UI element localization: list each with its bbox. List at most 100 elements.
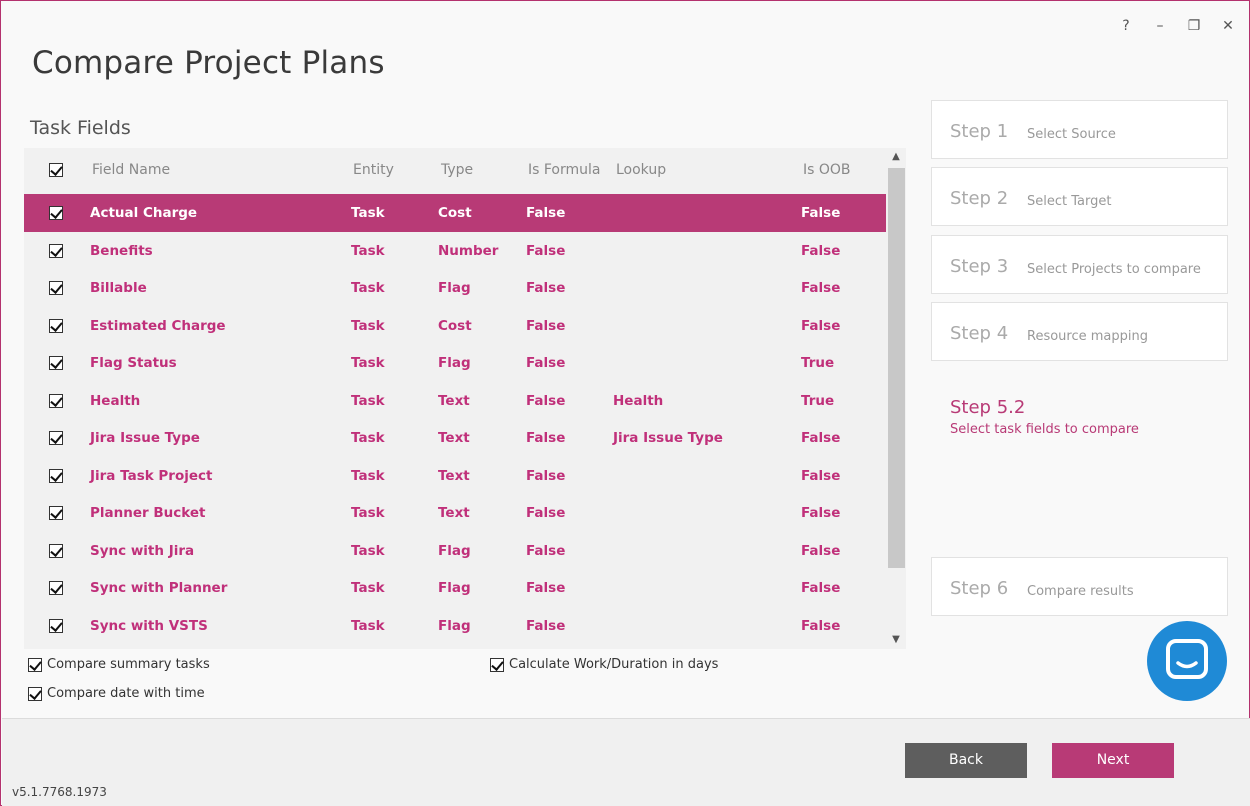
grid-header: Field Name Entity Type Is Formula Lookup… (24, 148, 886, 193)
field-name: Sync with Planner (90, 580, 228, 596)
restore-icon[interactable]: ❐ (1187, 17, 1201, 35)
column-header-entity[interactable]: Entity (353, 162, 394, 178)
row-checkbox[interactable] (49, 543, 63, 558)
type-cell: Flag (438, 617, 471, 634)
is-oob-cell: False (801, 505, 841, 521)
entity-cell: Task (351, 542, 385, 559)
calc-work-days-label: Calculate Work/Duration in days (509, 657, 719, 672)
next-button[interactable]: Next (1052, 743, 1174, 778)
table-row[interactable]: Benefits Task Number False False (24, 232, 886, 270)
calc-work-days-option[interactable]: Calculate Work/Duration in days (490, 657, 718, 672)
step-5-2-active: Step 5.2 Select task fields to compare (950, 397, 1139, 437)
is-oob-cell: False (801, 280, 841, 296)
table-row[interactable]: Jira Task Project Task Text False False (24, 457, 886, 495)
step-description: Select Source (1027, 127, 1116, 142)
step-4-resource-mapping[interactable]: Step 4 Resource mapping (931, 302, 1228, 361)
scroll-down-arrow-icon[interactable]: ▼ (886, 631, 906, 649)
row-checkbox[interactable] (49, 206, 63, 220)
chat-bubble-icon (1166, 639, 1208, 679)
compare-summary-checkbox[interactable] (28, 657, 42, 672)
entity-cell: Task (351, 617, 385, 634)
type-cell: Text (438, 392, 470, 409)
step-description: Select Projects to compare (1027, 262, 1201, 277)
is-formula-cell: False (526, 317, 566, 334)
table-row[interactable]: Planner Bucket Task Text False False (24, 494, 886, 532)
step-description: Compare results (1027, 584, 1134, 599)
compare-date-time-label: Compare date with time (47, 686, 205, 701)
column-header-lookup[interactable]: Lookup (616, 162, 666, 178)
type-cell: Number (438, 242, 499, 259)
is-oob-cell: False (801, 542, 841, 559)
table-row[interactable]: Sync with VSTS Task Flag False False (24, 607, 886, 645)
version-label: v5.1.7768.1973 (12, 785, 107, 799)
compare-date-time-checkbox[interactable] (28, 686, 42, 701)
table-row[interactable]: Sync with Jira Task Flag False False (24, 532, 886, 570)
row-checkbox[interactable] (49, 318, 63, 333)
row-checkbox[interactable] (49, 393, 63, 408)
select-all-checkbox[interactable] (49, 163, 63, 177)
row-checkbox[interactable] (49, 468, 63, 483)
is-oob-cell: False (801, 430, 841, 446)
step-description: Resource mapping (1027, 329, 1148, 344)
is-formula-cell: False (526, 280, 566, 296)
is-formula-cell: False (526, 467, 566, 484)
is-formula-cell: False (526, 580, 566, 596)
field-name: Jira Issue Type (90, 430, 200, 446)
help-icon[interactable]: ? (1119, 17, 1133, 35)
calc-work-days-checkbox[interactable] (490, 657, 504, 672)
minimize-icon[interactable]: – (1153, 17, 1167, 35)
vertical-scrollbar[interactable]: ▲ ▼ (886, 148, 906, 649)
is-oob-cell: False (801, 205, 841, 221)
type-cell: Cost (438, 205, 472, 221)
entity-cell: Task (351, 242, 385, 259)
step-3-select-projects[interactable]: Step 3 Select Projects to compare (931, 235, 1228, 294)
compare-summary-label: Compare summary tasks (47, 657, 210, 672)
step-2-select-target[interactable]: Step 2 Select Target (931, 167, 1228, 226)
compare-summary-option[interactable]: Compare summary tasks (28, 657, 210, 672)
column-header-is-formula[interactable]: Is Formula (528, 162, 600, 178)
back-button[interactable]: Back (905, 743, 1027, 778)
chat-icon[interactable] (1147, 621, 1227, 701)
table-row[interactable]: Billable Task Flag False False (24, 269, 886, 307)
grid-rows: Actual Charge Task Cost False False Bene… (24, 194, 886, 644)
table-row[interactable]: Actual Charge Task Cost False False (24, 194, 886, 232)
row-checkbox[interactable] (49, 618, 63, 633)
active-step-description: Select task fields to compare (950, 422, 1139, 437)
is-formula-cell: False (526, 392, 566, 409)
footer-bar: Back Next v5.1.7768.1973 (2, 718, 1250, 806)
is-oob-cell: False (801, 242, 841, 259)
is-formula-cell: False (526, 242, 566, 259)
type-cell: Flag (438, 580, 471, 596)
table-row[interactable]: Health Task Text False Health True (24, 382, 886, 420)
field-name: Billable (90, 280, 147, 296)
table-row[interactable]: Sync with Planner Task Flag False False (24, 569, 886, 607)
close-icon[interactable]: ✕ (1221, 17, 1235, 35)
is-oob-cell: False (801, 580, 841, 596)
row-checkbox[interactable] (49, 581, 63, 595)
table-row[interactable]: Flag Status Task Flag False True (24, 344, 886, 382)
entity-cell: Task (351, 280, 385, 296)
row-checkbox[interactable] (49, 243, 63, 258)
step-number: Step 6 (950, 578, 1009, 599)
row-checkbox[interactable] (49, 431, 63, 445)
lookup-cell: Health (613, 392, 664, 409)
row-checkbox[interactable] (49, 356, 63, 370)
scroll-thumb[interactable] (888, 168, 905, 568)
table-row[interactable]: Jira Issue Type Task Text False Jira Iss… (24, 419, 886, 457)
row-checkbox[interactable] (49, 281, 63, 295)
column-header-is-oob[interactable]: Is OOB (803, 162, 851, 178)
entity-cell: Task (351, 430, 385, 446)
scroll-up-arrow-icon[interactable]: ▲ (886, 148, 906, 166)
field-name: Health (90, 392, 141, 409)
table-row[interactable]: Estimated Charge Task Cost False False (24, 307, 886, 345)
row-checkbox[interactable] (49, 506, 63, 520)
step-6-compare-results[interactable]: Step 6 Compare results (931, 557, 1228, 616)
is-formula-cell: False (526, 542, 566, 559)
column-header-field-name[interactable]: Field Name (92, 162, 170, 178)
compare-date-time-option[interactable]: Compare date with time (28, 686, 205, 701)
step-1-select-source[interactable]: Step 1 Select Source (931, 100, 1228, 159)
section-title: Task Fields (30, 117, 131, 139)
column-header-type[interactable]: Type (441, 162, 473, 178)
is-oob-cell: True (801, 392, 835, 409)
field-name: Jira Task Project (90, 467, 213, 484)
